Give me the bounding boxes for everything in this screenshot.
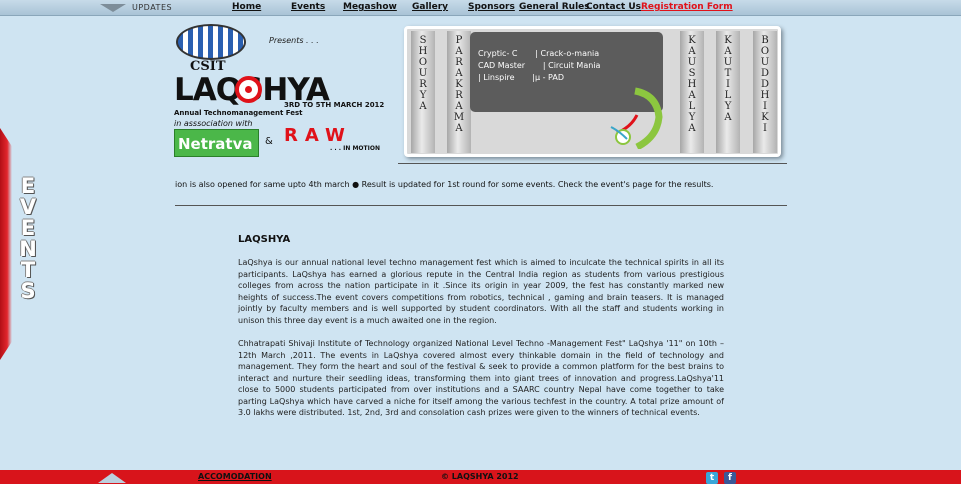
- fest-tagline: Annual Technomanagement Fest: [174, 109, 303, 117]
- footer-bar: ACCOMODATION © LAQSHYA 2012: [0, 470, 961, 484]
- facebook-icon[interactable]: f: [724, 472, 736, 484]
- accommodation-link[interactable]: ACCOMODATION: [198, 472, 272, 481]
- category-tab-bouddhiki[interactable]: BOUDDHIKI: [753, 31, 777, 153]
- events-side-tab[interactable]: EVENTS: [0, 128, 44, 360]
- updates-toggle[interactable]: UPDATES: [100, 0, 172, 15]
- nav-megashow[interactable]: Megashow: [343, 2, 397, 12]
- copyright-text: © LAQSHYA 2012: [441, 472, 519, 481]
- category-tab-kautilya[interactable]: KAUTILYA: [716, 31, 740, 153]
- chevron-up-icon[interactable]: [98, 473, 126, 483]
- updates-label: UPDATES: [132, 3, 173, 12]
- fest-dates: 3RD TO 5TH MARCH 2012: [284, 101, 385, 109]
- presents-text: Presents . . .: [269, 36, 319, 45]
- target-icon: [235, 76, 262, 103]
- logo-area: CSIT Presents . . . LAQSHYA 3RD TO 5TH M…: [172, 22, 404, 160]
- category-tab-kaushalya[interactable]: KAUSHALYA: [680, 31, 704, 153]
- intro-paragraph: LaQshya is our annual national level tec…: [238, 258, 724, 325]
- divider: [175, 205, 787, 206]
- csit-logo-icon: [176, 24, 246, 60]
- nav-registration-form[interactable]: Registration Form: [641, 2, 733, 12]
- event-categories-banner: SHOURYA PARAKRAMA Cryptic- C | Crack-o-m…: [404, 26, 781, 157]
- events-tab-ribbon: [0, 128, 12, 360]
- nav-general-rules[interactable]: General Rules: [519, 2, 590, 12]
- top-nav-bar: UPDATES Home Events Megashow Gallery Spo…: [0, 0, 961, 16]
- events-row[interactable]: Cryptic- C | Crack-o-mania: [478, 48, 663, 60]
- association-text: in asssociation with: [174, 119, 253, 128]
- nav-sponsors[interactable]: Sponsors: [468, 2, 515, 12]
- nav-events[interactable]: Events: [291, 2, 325, 12]
- news-ticker: ion is also opened for same upto 4th mar…: [175, 180, 714, 189]
- history-paragraph: Chhatrapati Shivaji Institute of Technol…: [238, 339, 724, 417]
- netratva-logo: Netratva: [174, 129, 259, 157]
- nav-gallery[interactable]: Gallery: [412, 2, 448, 12]
- category-tab-shourya[interactable]: SHOURYA: [411, 31, 435, 153]
- nav-contact-us[interactable]: Contact Us: [586, 2, 641, 12]
- divider: [398, 163, 787, 164]
- nav-home[interactable]: Home: [232, 2, 261, 12]
- ampersand: &: [265, 136, 273, 147]
- page-title: LAQSHYA: [238, 234, 291, 245]
- category-tab-parakrama[interactable]: PARAKRAMA: [447, 31, 471, 153]
- raw-logo: RAW: [284, 125, 352, 146]
- events-tab-label: EVENTS: [19, 174, 37, 303]
- events-row[interactable]: | Linspire |μ - PAD: [478, 72, 663, 84]
- chevron-down-icon: [100, 3, 126, 12]
- raw-subtitle: . . . IN MOTION: [330, 145, 380, 152]
- swirl-graphic: [610, 87, 663, 149]
- events-row[interactable]: CAD Master | Circuit Mania: [478, 60, 663, 72]
- twitter-icon[interactable]: t: [706, 472, 718, 484]
